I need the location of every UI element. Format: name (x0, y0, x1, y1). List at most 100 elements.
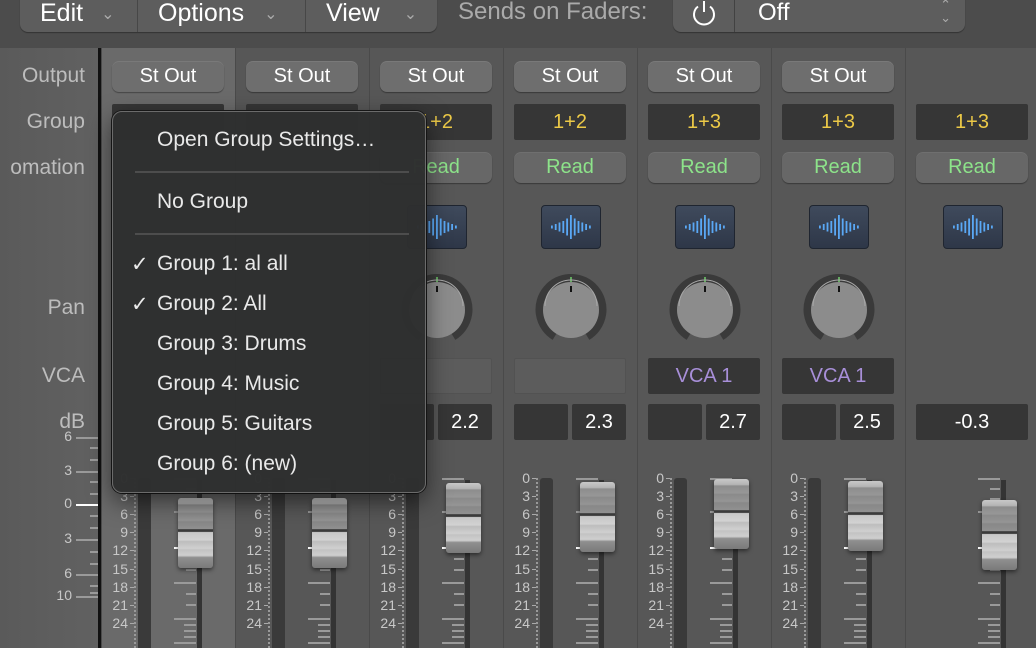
volume-fader-handle[interactable] (446, 482, 481, 553)
volume-fader-handle[interactable] (848, 480, 883, 551)
volume-fader-handle[interactable] (178, 498, 213, 568)
master-scale-tick (90, 515, 98, 517)
fader-scale-tick (854, 624, 866, 626)
audio-track-icon-button[interactable] (943, 205, 1003, 249)
volume-fader-handle[interactable] (982, 500, 1017, 571)
volume-db-readout: 2.2 (438, 404, 492, 440)
fader-scale-tick (710, 642, 732, 644)
vca-slot[interactable]: VCA 1 (648, 358, 760, 394)
level-meter (540, 478, 553, 648)
fader-scale-tick (454, 569, 464, 571)
output-button[interactable]: St Out (648, 61, 760, 92)
edit-menu-button[interactable]: Edit ⌄ (20, 0, 138, 32)
output-button[interactable]: St Out (112, 61, 224, 92)
automation-mode-button[interactable]: Read (648, 152, 760, 183)
master-scale-tick (76, 471, 98, 473)
master-scale-label: 0 (64, 495, 72, 511)
master-scale-tick (90, 481, 98, 483)
sends-on-faders-power-button[interactable] (673, 0, 735, 32)
waveform-icon (953, 215, 993, 239)
fader-scale-tick (186, 569, 196, 571)
fader-scale-tick (844, 618, 866, 620)
meter-tick-label: 12 (246, 542, 268, 559)
fader-scale-tick (174, 582, 196, 584)
fader-scale-tick (174, 618, 196, 620)
group-slot[interactable]: 1+3 (648, 104, 760, 140)
pan-knob-icon (669, 274, 741, 340)
output-button[interactable]: St Out (514, 61, 626, 92)
output-button[interactable]: St Out (782, 61, 894, 92)
fader-scale-tick (856, 569, 866, 571)
meter-tick-label: 0 (656, 470, 670, 486)
meter-tick-label: 9 (790, 524, 804, 541)
pan-knob[interactable] (803, 274, 875, 346)
meter-dots (804, 478, 806, 648)
master-scale-label: 3 (64, 530, 72, 546)
group-slot[interactable]: 1+3 (916, 104, 1028, 140)
output-button[interactable]: St Out (246, 61, 358, 92)
volume-db-readout: 2.7 (706, 404, 760, 440)
audio-track-icon-button[interactable] (675, 205, 735, 249)
waveform-icon (819, 215, 859, 239)
view-menu-button[interactable]: View ⌄ (306, 0, 437, 32)
channel-strip: 1+3 Read -0.3 (905, 48, 1036, 648)
options-menu-button[interactable]: Options ⌄ (138, 0, 306, 32)
meter-dots (402, 478, 404, 648)
automation-mode-button[interactable]: Read (916, 152, 1028, 183)
options-menu-label: Options (158, 0, 245, 27)
automation-mode-button[interactable]: Read (514, 152, 626, 183)
channel-strip: St Out 1+3 Read VCA 1 2.5 0 3 6 9 12 15 18 21 24 (771, 48, 905, 648)
fader-scale-tick (978, 618, 1000, 620)
menu-item-no-group[interactable]: No Group (157, 190, 248, 214)
menu-item-group-2[interactable]: Group 2: All (157, 292, 267, 316)
meter-tick-label: 18 (380, 578, 402, 595)
audio-track-icon-button[interactable] (809, 205, 869, 249)
audio-track-icon-button[interactable] (541, 205, 601, 249)
fader-scale-tick (586, 624, 598, 626)
vca-slot[interactable]: VCA 1 (782, 358, 894, 394)
automation-mode-button[interactable]: Read (782, 152, 894, 183)
meter-tick-label: 18 (112, 578, 134, 595)
edit-menu-label: Edit (40, 0, 84, 27)
pan-knob[interactable] (669, 274, 741, 346)
meter-tick-label: 9 (120, 524, 134, 541)
menu-item-open-group-settings[interactable]: Open Group Settings… (157, 128, 375, 152)
menu-item-group-3[interactable]: Group 3: Drums (157, 332, 306, 356)
level-meter (272, 478, 285, 648)
channel-strip: St Out 1+3 Read VCA 1 2.7 0 3 6 9 12 15 18 21 24 (637, 48, 771, 648)
fader-scale-tick (588, 604, 598, 606)
output-button[interactable]: St Out (380, 61, 492, 92)
fader-scale-tick (442, 642, 464, 644)
volume-fader-handle[interactable] (580, 481, 615, 552)
fader-scale-tick (588, 558, 598, 560)
menu-item-group-1[interactable]: Group 1: al all (157, 252, 288, 276)
sends-on-faders-value: Off (758, 0, 790, 26)
master-scale-tick (76, 596, 98, 598)
checkmark-icon: ✓ (131, 293, 149, 316)
master-scale-tick (76, 574, 98, 576)
group-slot[interactable]: 1+2 (514, 104, 626, 140)
menu-item-group-6[interactable]: Group 6: (new) (157, 452, 297, 476)
meter-tick-label: 3 (522, 488, 536, 505)
meter-dots (670, 478, 672, 648)
fader-scale-tick (588, 569, 598, 571)
volume-fader-handle[interactable] (714, 479, 749, 550)
sends-on-faders-select[interactable]: Off ⌃ ⌄ (735, 0, 965, 32)
group-slot[interactable]: 1+3 (782, 104, 894, 140)
meter-tick-label: 6 (254, 506, 268, 523)
vca-slot[interactable] (514, 358, 626, 394)
meter-scale: 0 3691215182124 (504, 470, 536, 648)
meter-tick-label: 12 (782, 542, 804, 559)
meter-tick-label: 21 (782, 596, 804, 613)
menu-item-group-4[interactable]: Group 4: Music (157, 372, 299, 396)
fader-scale-tick (720, 630, 732, 632)
pan-knob[interactable] (535, 274, 607, 346)
meter-tick-label: 15 (246, 560, 268, 577)
volume-fader-handle[interactable] (312, 498, 347, 568)
fader-scale-tick (454, 604, 464, 606)
fader-scale-tick (576, 582, 598, 584)
meter-tick-label: 18 (246, 578, 268, 595)
menu-item-group-5[interactable]: Group 5: Guitars (157, 412, 312, 436)
fader-scale-tick (186, 604, 196, 606)
fader-scale-tick (856, 604, 866, 606)
